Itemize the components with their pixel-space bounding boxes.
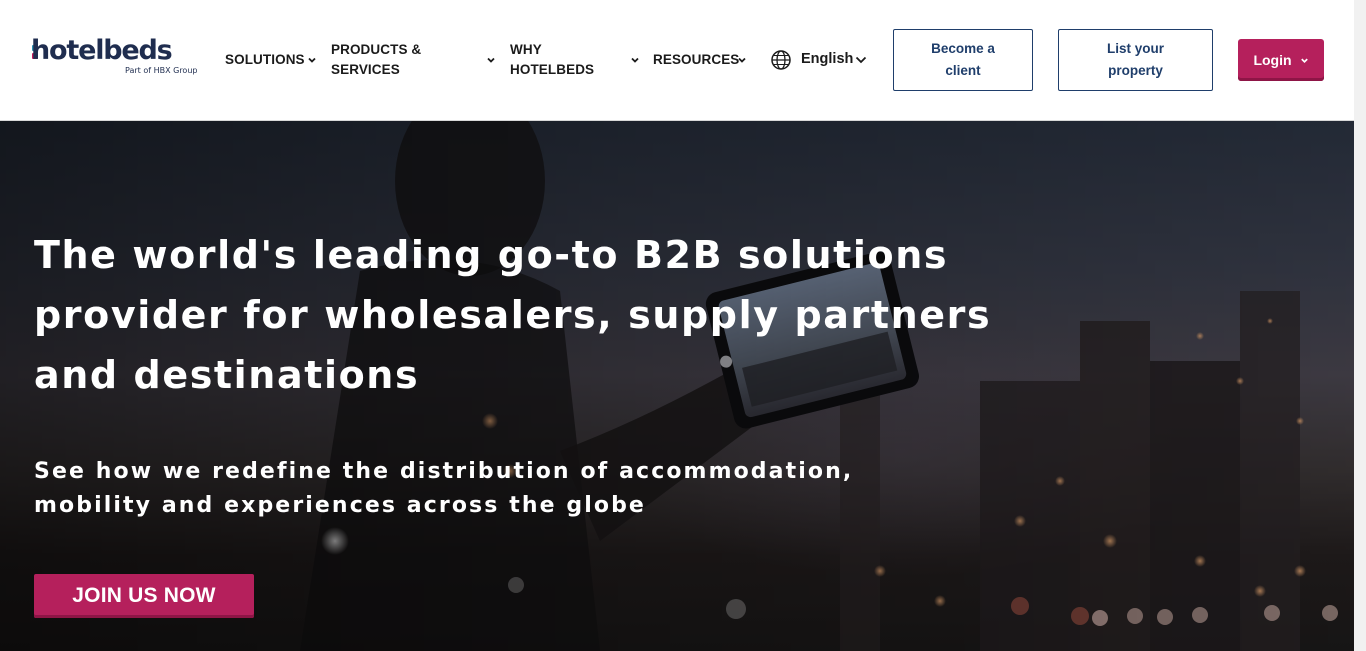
- hotelbeds-logo[interactable]: hotelbeds Part of HBX Group: [31, 36, 203, 78]
- list-property-label-line1: List your: [1106, 41, 1164, 56]
- nav-products-services[interactable]: PRODUCTS & SERVICES: [331, 40, 421, 80]
- join-us-label: JOIN US NOW: [72, 584, 216, 607]
- list-property-button[interactable]: List your property: [1058, 29, 1213, 91]
- hero-subheadline-line2: mobility and experiences across the glob…: [34, 493, 646, 518]
- nav-solutions[interactable]: SOLUTIONS: [225, 50, 305, 70]
- chevron-down-icon[interactable]: [855, 55, 867, 65]
- chevron-down-icon[interactable]: [307, 55, 317, 65]
- language-selector-label[interactable]: English: [801, 51, 853, 67]
- login-label: Login: [1253, 52, 1292, 68]
- globe-icon[interactable]: [770, 49, 792, 71]
- nav-resources-label: RESOURCES: [653, 52, 740, 67]
- join-us-button[interactable]: JOIN US NOW: [34, 574, 254, 618]
- chevron-down-icon[interactable]: [737, 55, 747, 65]
- logo-tagline: Part of HBX Group: [125, 66, 198, 75]
- become-client-label-line1: Become a: [931, 41, 995, 56]
- chevron-down-icon[interactable]: [486, 55, 496, 65]
- nav-products-label-line1: PRODUCTS &: [331, 42, 422, 57]
- chevron-down-icon[interactable]: [630, 55, 640, 65]
- chevron-down-icon: [1300, 52, 1309, 68]
- hero-headline: The world's leading go-to B2B solutions …: [34, 233, 992, 397]
- page: hotelbeds Part of HBX Group SOLUTIONS PR…: [0, 0, 1366, 651]
- hero-subheadline: See how we redefine the distribution of …: [34, 455, 934, 523]
- hero-subheadline-line1: See how we redefine the distribution of …: [34, 459, 854, 484]
- nav-solutions-label: SOLUTIONS: [225, 52, 305, 67]
- site-header: hotelbeds Part of HBX Group SOLUTIONS PR…: [0, 0, 1354, 121]
- become-client-label-line2: client: [945, 63, 981, 78]
- page-scrollbar[interactable]: [1354, 0, 1366, 651]
- logo-wordmark: hotelbeds: [31, 35, 173, 66]
- login-button[interactable]: Login: [1238, 39, 1324, 81]
- nav-resources[interactable]: RESOURCES: [653, 50, 739, 70]
- list-property-label-line2: property: [1108, 63, 1163, 78]
- nav-why-label-line2: HOTELBEDS: [510, 62, 595, 77]
- nav-why-hotelbeds[interactable]: WHY HOTELBEDS: [510, 40, 594, 80]
- nav-why-label-line1: WHY: [510, 42, 542, 57]
- become-client-button[interactable]: Become a client: [893, 29, 1033, 91]
- nav-products-label-line2: SERVICES: [331, 62, 400, 77]
- hero-banner: The world's leading go-to B2B solutions …: [0, 121, 1354, 651]
